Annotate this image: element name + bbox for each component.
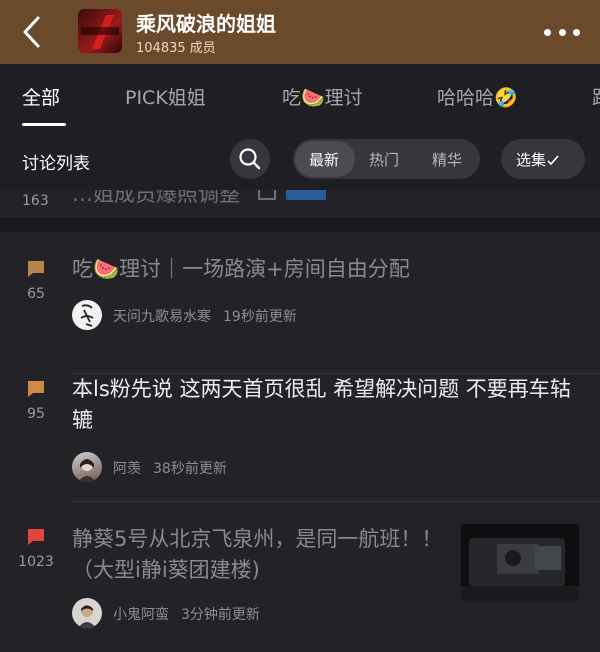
category-tabs: 全部 PICK姐姐 吃🍉理讨 哈哈哈🤣 路 <box>0 64 600 128</box>
reply-count: 163 <box>22 193 49 209</box>
member-count: 104835 成员 <box>136 37 220 56</box>
sort-hot[interactable]: 热门 <box>369 149 399 170</box>
sort-featured[interactable]: 精华 <box>432 149 462 170</box>
calligraphy-avatar-icon <box>80 304 94 327</box>
list-title: 讨论列表 <box>22 154 90 174</box>
sort-latest[interactable]: 最新 <box>309 149 339 170</box>
list-item[interactable]: 1023 静葵5号从北京飞泉州，是同一航班！！（大型i静i葵团建楼) 小鬼阿蛮 3… <box>0 502 600 652</box>
comment-bubble-icon <box>28 529 44 545</box>
sort-segmented-control: 最新 热门 精华 <box>293 139 480 179</box>
author-name[interactable]: 阿羡 <box>113 461 141 477</box>
reply-count: 95 <box>27 406 45 422</box>
checkmark-icon <box>547 155 559 165</box>
user-photo-icon <box>78 459 96 482</box>
tab-all[interactable]: 全部 <box>22 83 60 110</box>
post-title: …姐成员爆照调整 <box>72 190 240 206</box>
more-options-icon[interactable] <box>544 22 580 42</box>
avatar[interactable] <box>72 452 102 482</box>
group-avatar[interactable] <box>78 9 122 53</box>
list-item[interactable]: 95 本ls粉先说 这两天首页很乱 希望解决问题 不要再车轱辘 阿羡 38秒前更新 <box>0 374 600 502</box>
author-name[interactable]: 小鬼阿蛮 <box>113 607 169 623</box>
group-header: 乘风破浪的姐姐 104835 成员 <box>0 0 600 64</box>
tab-gossip[interactable]: 吃🍉理讨 <box>282 83 363 110</box>
image-tag-icon <box>258 190 276 200</box>
post-title: 本ls粉先说 这两天首页很乱 希望解决问题 不要再车轱辘 <box>72 377 571 432</box>
tab-more[interactable]: 路 <box>592 83 600 110</box>
status-badge <box>286 190 326 200</box>
avatar[interactable] <box>72 598 102 628</box>
post-meta: 小鬼阿蛮 3分钟前更新 <box>113 604 260 624</box>
list-item[interactable]: 163 …姐成员爆照调整 <box>0 190 600 218</box>
reply-count: 65 <box>27 286 45 302</box>
select-collection-label: 选集 <box>516 151 547 169</box>
section-divider <box>0 218 600 232</box>
user-photo-icon <box>78 605 96 628</box>
group-logo-icon <box>81 15 119 49</box>
member-count-value: 104835 <box>136 41 186 56</box>
active-tab-indicator <box>22 123 66 126</box>
comment-bubble-icon <box>28 381 44 397</box>
update-time: 38秒前更新 <box>153 461 227 477</box>
car-photo-icon <box>461 524 579 602</box>
search-icon <box>239 148 261 170</box>
tab-pick[interactable]: PICK姐姐 <box>125 83 206 110</box>
post-title: 吃🍉理讨｜一场路演+房间自由分配 <box>72 257 410 281</box>
avatar[interactable] <box>72 300 102 330</box>
post-title: 静葵5号从北京飞泉州，是同一航班！！（大型i静i葵团建楼) <box>72 527 443 582</box>
list-toolbar: 讨论列表 最新 热门 精华 选集 <box>0 128 600 190</box>
list-item[interactable]: 65 吃🍉理讨｜一场路演+房间自由分配 天问九歌易水寒 19秒前更新 <box>0 232 600 374</box>
select-collection-button[interactable]: 选集 <box>501 139 585 179</box>
group-title: 乘风破浪的姐姐 <box>136 12 276 36</box>
comment-bubble-icon <box>28 261 44 277</box>
tab-funny[interactable]: 哈哈哈🤣 <box>437 83 518 110</box>
search-button[interactable] <box>230 139 270 179</box>
author-name[interactable]: 天问九歌易水寒 <box>113 309 211 325</box>
update-time: 19秒前更新 <box>223 309 297 325</box>
back-arrow-icon[interactable] <box>18 14 48 50</box>
reply-count: 1023 <box>18 554 54 570</box>
discussion-feed: 163 …姐成员爆照调整 65 吃🍉理讨｜一场路演+房间自由分配 天问九歌易水寒… <box>0 190 600 652</box>
post-meta: 阿羡 38秒前更新 <box>113 458 227 478</box>
post-meta: 天问九歌易水寒 19秒前更新 <box>113 306 297 326</box>
post-thumbnail[interactable] <box>461 524 579 602</box>
member-count-label: 成员 <box>189 41 216 56</box>
update-time: 3分钟前更新 <box>181 607 260 623</box>
